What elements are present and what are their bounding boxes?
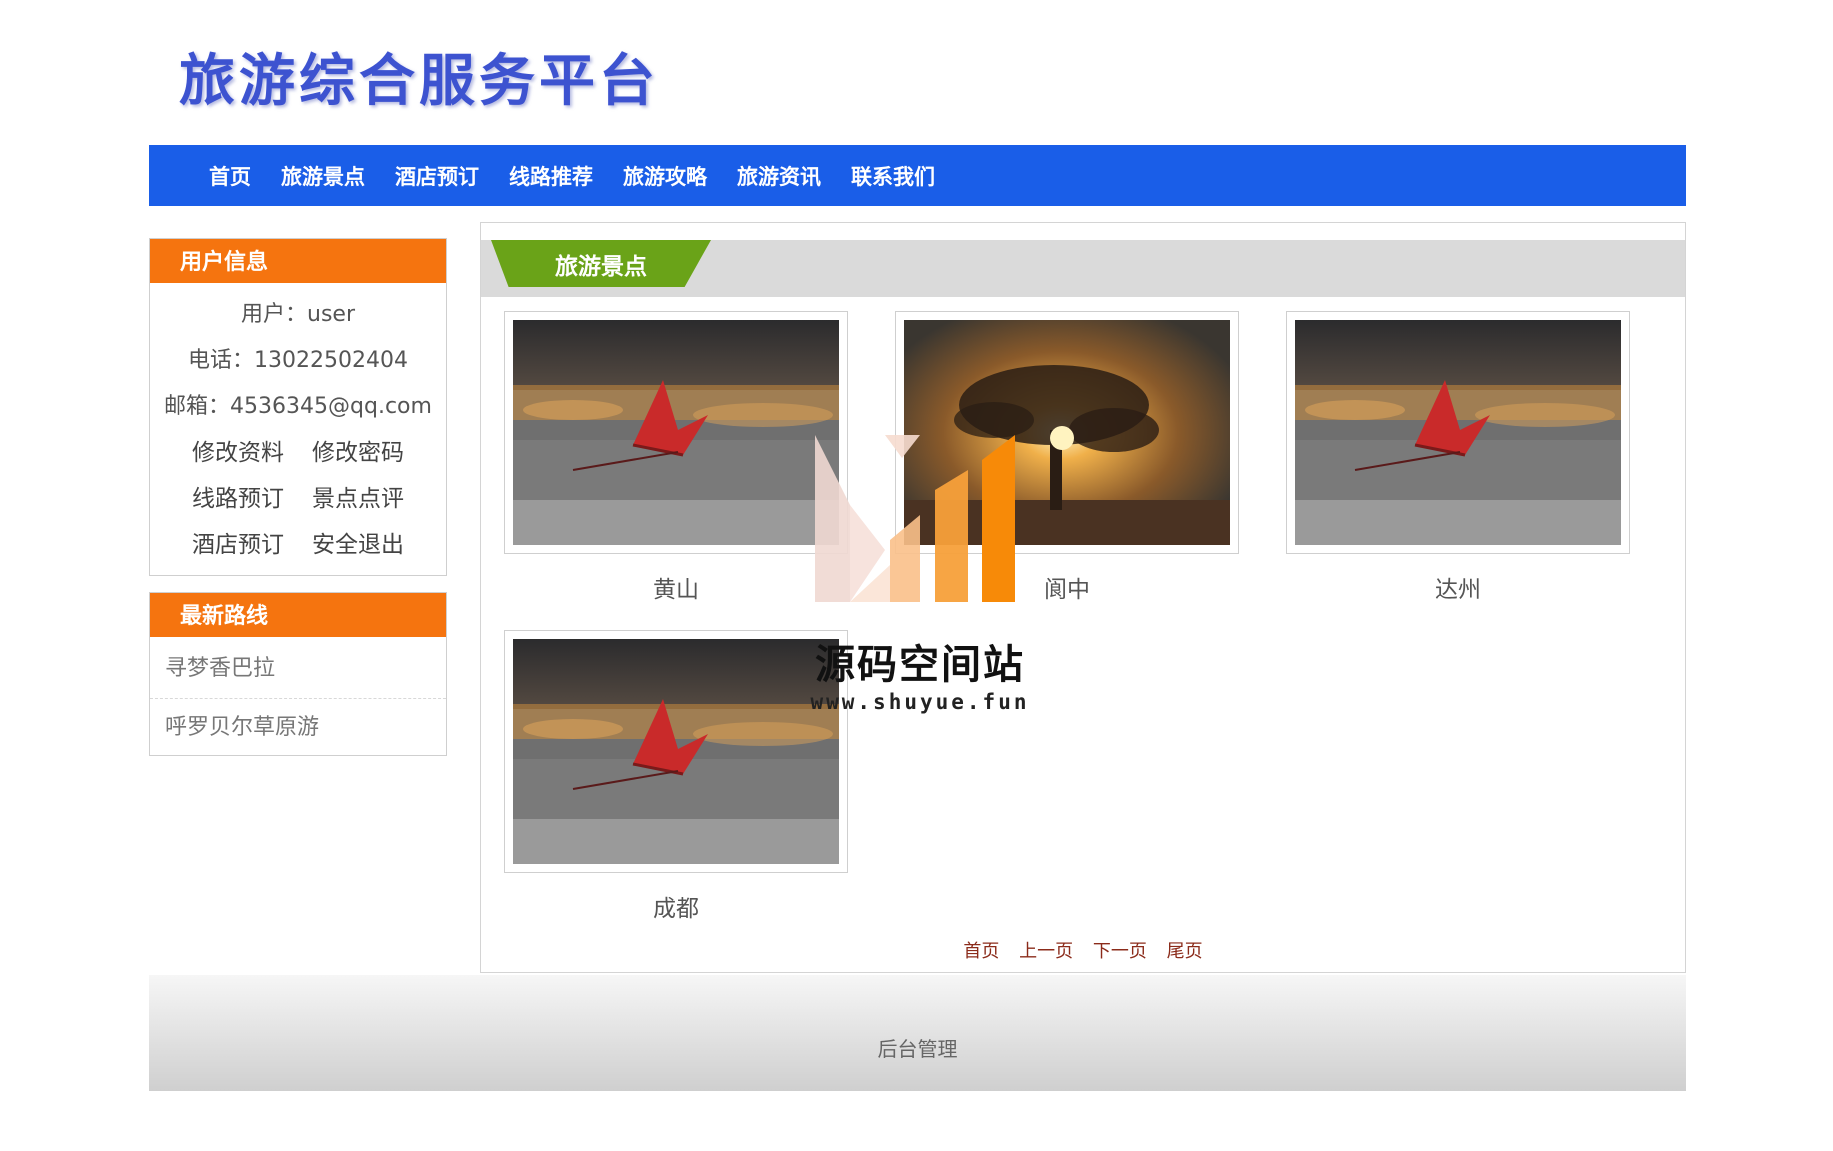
nav-routes[interactable]: 线路推荐 <box>509 161 593 191</box>
change-password-link[interactable]: 修改密码 <box>312 430 404 476</box>
footer: 后台管理 <box>149 975 1686 1091</box>
route-item[interactable]: 呼罗贝尔草原游 <box>150 699 446 757</box>
user-phone: 电话：13022502404 <box>188 348 408 373</box>
attraction-card-chengdu[interactable] <box>504 630 848 873</box>
attractions-panel: 旅游景点 黄山 阆中 达州 成都 首页 上一页 下一页 尾页 <box>480 222 1686 973</box>
sunset-tree-photo <box>904 320 1230 545</box>
autumn-leaf-photo <box>513 320 839 545</box>
pager-prev[interactable]: 上一页 <box>1019 941 1073 962</box>
latest-routes-heading: 最新路线 <box>150 593 446 640</box>
attraction-label[interactable]: 达州 <box>1286 570 1630 604</box>
attraction-card-huangshan[interactable] <box>504 311 848 554</box>
admin-link[interactable]: 后台管理 <box>878 1037 958 1061</box>
main-nav: 首页 旅游景点 酒店预订 线路推荐 旅游攻略 旅游资讯 联系我们 <box>149 145 1686 206</box>
user-links-row-2: 线路预订 景点点评 <box>150 476 446 522</box>
user-info-panel: 用户信息 用户：user 电话：13022502404 邮箱：4536345@q… <box>149 238 447 576</box>
attraction-label[interactable]: 成都 <box>504 889 848 923</box>
attraction-label[interactable]: 黄山 <box>504 570 848 604</box>
nav-home[interactable]: 首页 <box>209 161 251 191</box>
pagination: 首页 上一页 下一页 尾页 <box>481 937 1685 963</box>
hotel-booking-link[interactable]: 酒店预订 <box>192 522 284 568</box>
user-email: 邮箱：4536345@qq.com <box>164 394 432 419</box>
route-booking-link[interactable]: 线路预订 <box>192 476 284 522</box>
pager-next[interactable]: 下一页 <box>1093 941 1147 962</box>
watermark-text: 源码空间站 <box>815 642 1025 688</box>
pager-first[interactable]: 首页 <box>963 941 999 962</box>
user-name: 用户：user <box>241 302 355 327</box>
autumn-leaf-photo <box>513 639 839 864</box>
autumn-leaf-photo <box>1295 320 1621 545</box>
attraction-card-dazhou[interactable] <box>1286 311 1630 554</box>
nav-guides[interactable]: 旅游攻略 <box>623 161 707 191</box>
nav-hotel-booking[interactable]: 酒店预订 <box>395 161 479 191</box>
attractions-tab: 旅游景点 <box>491 240 711 287</box>
nav-attractions[interactable]: 旅游景点 <box>281 161 365 191</box>
user-links-row-3: 酒店预订 安全退出 <box>150 522 446 568</box>
attractions-header-bar: 旅游景点 <box>481 240 1685 297</box>
site-title: 旅游综合服务平台 <box>179 49 659 114</box>
route-item[interactable]: 寻梦香巴拉 <box>150 640 446 699</box>
attraction-card-langzhong[interactable] <box>895 311 1239 554</box>
attraction-review-link[interactable]: 景点点评 <box>312 476 404 522</box>
latest-routes-panel: 最新路线 寻梦香巴拉 呼罗贝尔草原游 <box>149 592 447 756</box>
edit-profile-link[interactable]: 修改资料 <box>192 430 284 476</box>
nav-news[interactable]: 旅游资讯 <box>737 161 821 191</box>
pager-last[interactable]: 尾页 <box>1167 941 1203 962</box>
attraction-label[interactable]: 阆中 <box>895 570 1239 604</box>
user-info-heading: 用户信息 <box>150 239 446 286</box>
logout-link[interactable]: 安全退出 <box>312 522 404 568</box>
user-links-row-1: 修改资料 修改密码 <box>150 430 446 476</box>
watermark-url: www.shuyue.fun <box>810 690 1030 714</box>
nav-contact[interactable]: 联系我们 <box>851 161 935 191</box>
